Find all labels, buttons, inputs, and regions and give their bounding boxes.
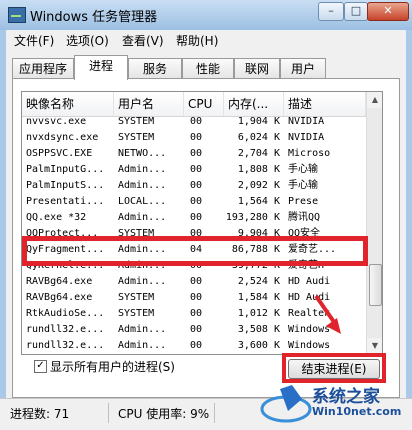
status-divider bbox=[108, 403, 109, 423]
watermark-title: 系统之家 bbox=[312, 387, 380, 407]
annotation-arrow-icon bbox=[314, 294, 341, 334]
status-divider bbox=[214, 403, 215, 423]
task-manager-window: Windows 任务管理器 – □ ✕ 文件(F) 选项(O) 查看(V) 帮助… bbox=[0, 0, 412, 430]
cpu-usage: CPU 使用率: 9% bbox=[118, 407, 210, 421]
tab-processes[interactable]: 进程 bbox=[74, 55, 128, 80]
watermark-subtitle: Win10net.com bbox=[312, 405, 402, 418]
process-count: 进程数: 71 bbox=[10, 407, 70, 421]
